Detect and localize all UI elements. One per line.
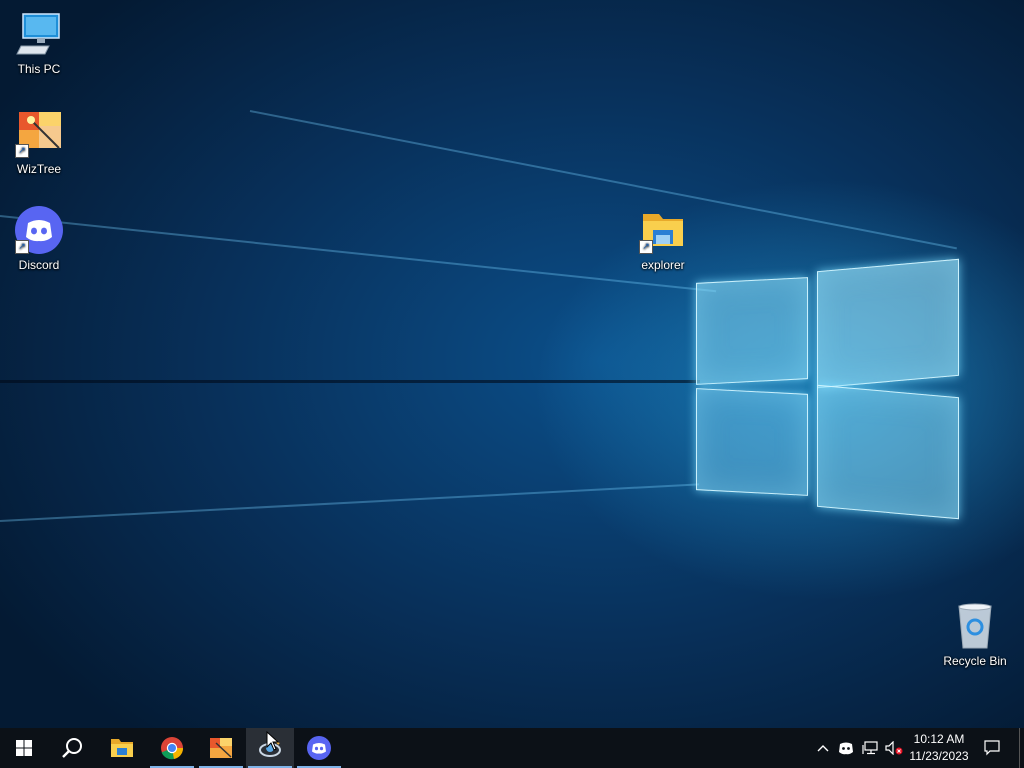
- wallpaper-beam: [249, 110, 957, 250]
- desktop-wallpaper: This PC ↗ WizTree ↗ Discord ↗ explorer R…: [0, 0, 1024, 728]
- mouse-cursor-icon: [266, 731, 280, 751]
- taskbar-wiztree[interactable]: [197, 728, 245, 768]
- shortcut-arrow-icon: ↗: [15, 240, 29, 254]
- chrome-icon: [161, 737, 184, 760]
- taskbar-discord[interactable]: [295, 728, 343, 768]
- desktop-icon-this-pc[interactable]: This PC: [1, 10, 77, 76]
- notification-icon: [984, 740, 1000, 756]
- windows-logo-pane: [696, 388, 808, 496]
- start-button[interactable]: [0, 728, 48, 768]
- wallpaper-beam: [0, 483, 700, 522]
- windows-logo-pane: [817, 258, 959, 389]
- this-pc-icon: [15, 10, 63, 58]
- network-icon: [862, 741, 878, 755]
- tray-network[interactable]: [860, 728, 880, 768]
- discord-icon: ↗: [15, 206, 63, 254]
- shortcut-arrow-icon: ↗: [15, 144, 29, 158]
- desktop-icon-recycle-bin[interactable]: Recycle Bin: [937, 602, 1013, 668]
- shortcut-arrow-icon: ↗: [639, 240, 653, 254]
- clock-date: 11/23/2023: [909, 749, 969, 763]
- volume-muted-icon: [885, 741, 903, 755]
- desktop-icon-label: Discord: [18, 258, 60, 272]
- wallpaper-beam: [0, 215, 717, 293]
- discord-tray-icon: [839, 742, 853, 755]
- desktop-icon-label: WizTree: [16, 162, 62, 176]
- taskbar-clock[interactable]: 10:12 AM 11/23/2023: [904, 731, 974, 765]
- windows-logo-pane: [817, 384, 959, 520]
- wiztree-icon: [210, 738, 232, 758]
- start-icon: [16, 740, 32, 756]
- desktop-icon-wiztree[interactable]: ↗ WizTree: [1, 110, 77, 176]
- chevron-up-icon: [817, 745, 829, 752]
- discord-icon: [307, 736, 331, 760]
- action-center-button[interactable]: [980, 728, 1004, 768]
- desktop-icon-discord[interactable]: ↗ Discord: [1, 206, 77, 272]
- taskbar: 10:12 AM 11/23/2023: [0, 728, 1024, 768]
- desktop-icon-label: explorer: [641, 258, 685, 272]
- folder-icon: ↗: [639, 206, 687, 254]
- desktop-icon-label: Recycle Bin: [943, 654, 1007, 668]
- search-button[interactable]: [48, 728, 96, 768]
- file-explorer-icon: [111, 739, 133, 757]
- desktop-icon-explorer[interactable]: ↗ explorer: [625, 206, 701, 272]
- wiztree-icon: ↗: [15, 110, 63, 158]
- taskbar-chrome[interactable]: [148, 728, 196, 768]
- desktop-icon-label: This PC: [17, 62, 61, 76]
- show-hidden-icons-button[interactable]: [813, 728, 833, 768]
- tray-discord[interactable]: [836, 728, 856, 768]
- taskbar-app-active[interactable]: [246, 728, 294, 768]
- wallpaper-beam: [0, 380, 700, 383]
- tray-volume[interactable]: [884, 728, 904, 768]
- show-desktop-button[interactable]: [1019, 728, 1024, 768]
- search-icon: [62, 738, 82, 758]
- taskbar-file-explorer[interactable]: [98, 728, 146, 768]
- windows-logo-pane: [696, 277, 808, 385]
- recycle-bin-icon: [951, 602, 999, 650]
- clock-time: 10:12 AM: [913, 732, 965, 746]
